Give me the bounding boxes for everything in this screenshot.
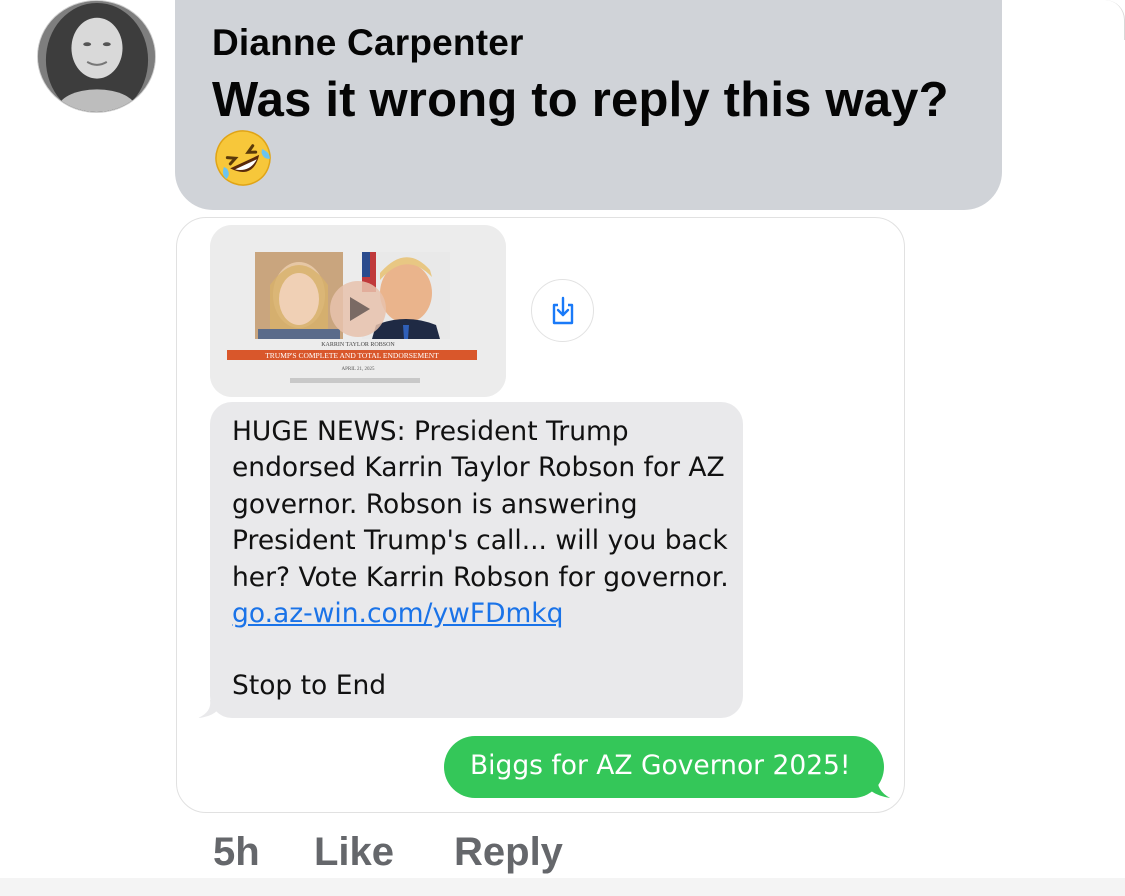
comment-author[interactable]: Dianne Carpenter	[212, 22, 524, 64]
incoming-bubble-tail	[198, 700, 222, 718]
thumb-caption-name: KARRIN TAYLOR ROBSON	[321, 342, 395, 348]
page: Dianne Carpenter Was it wrong to reply t…	[0, 0, 1125, 896]
incoming-message-link[interactable]: go.az-win.com/ywFDmkq	[232, 598, 563, 629]
card-edge	[1105, 0, 1125, 40]
download-button[interactable]	[531, 279, 594, 342]
comment-timestamp[interactable]: 5h	[213, 830, 260, 875]
outgoing-bubble-tail	[862, 778, 890, 798]
incoming-message-footer: Stop to End	[232, 670, 387, 701]
reply-button[interactable]: Reply	[454, 830, 563, 875]
blurred-text-line	[290, 378, 420, 383]
bottom-divider	[0, 878, 1125, 896]
outgoing-message-text: Biggs for AZ Governor 2025!	[470, 750, 851, 781]
video-thumbnail[interactable]: KARRIN TAYLOR ROBSON TRUMP'S COMPLETE AN…	[210, 225, 506, 397]
rolling-laughing-emoji-icon	[213, 128, 273, 188]
incoming-message-body: HUGE NEWS: President Trump endorsed Karr…	[232, 416, 729, 593]
download-icon	[552, 296, 574, 325]
thumb-caption-date: APRIL 21, 2025	[341, 367, 375, 372]
comment-text: Was it wrong to reply this way?	[212, 73, 949, 127]
thumb-caption-banner: TRUMP'S COMPLETE AND TOTAL ENDORSEMENT	[265, 351, 439, 360]
incoming-message-text: HUGE NEWS: President Trump endorsed Karr…	[232, 414, 732, 632]
avatar[interactable]	[37, 0, 156, 113]
like-button[interactable]: Like	[314, 830, 394, 875]
avatar-photo	[38, 1, 155, 112]
